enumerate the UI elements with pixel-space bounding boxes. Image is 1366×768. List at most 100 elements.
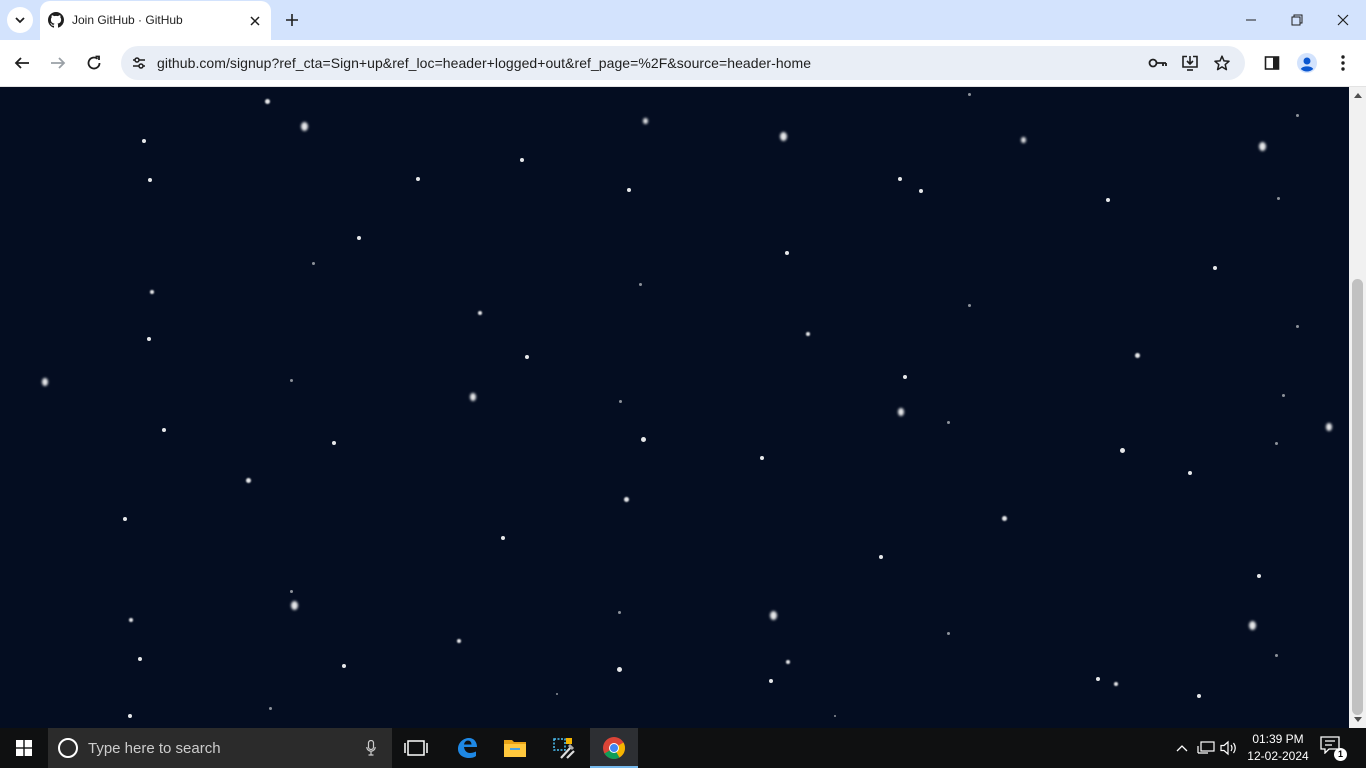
show-hidden-icons-button[interactable] — [1173, 738, 1191, 758]
close-icon — [250, 16, 260, 26]
page-content — [0, 87, 1349, 728]
close-icon — [1337, 14, 1349, 26]
close-window-button[interactable] — [1320, 0, 1366, 40]
address-bar[interactable]: github.com/signup?ref_cta=Sign+up&ref_lo… — [121, 46, 1245, 80]
star-dot — [946, 420, 950, 424]
taskbar-search-box[interactable]: Type here to search — [48, 728, 392, 768]
reload-icon — [87, 55, 101, 70]
volume-tray-button[interactable] — [1220, 738, 1238, 758]
microphone-icon[interactable] — [362, 738, 380, 758]
star-dot — [623, 496, 629, 502]
star-dot — [1213, 266, 1217, 270]
star-dot — [342, 664, 346, 668]
volume-icon — [1220, 740, 1236, 756]
scroll-thumb[interactable] — [1352, 279, 1363, 715]
chevron-up-icon — [1176, 745, 1188, 752]
side-panel-icon — [1264, 56, 1280, 70]
windows-taskbar: Type here to search 01:39 PM 12-02-2024 … — [0, 728, 1366, 768]
tab-search-button[interactable] — [7, 7, 33, 33]
star-dot — [289, 589, 293, 593]
star-dot — [898, 177, 902, 181]
start-button[interactable] — [0, 728, 48, 768]
reload-button[interactable] — [79, 48, 109, 78]
star-dot — [903, 375, 907, 379]
star-dot — [786, 660, 790, 664]
network-icon — [1197, 741, 1215, 754]
scroll-down-button[interactable] — [1349, 712, 1366, 728]
restore-icon — [1291, 14, 1303, 26]
task-view-icon — [404, 740, 428, 756]
file-explorer-taskbar-button[interactable] — [491, 728, 539, 768]
star-dot — [1295, 324, 1299, 328]
star-dot — [1096, 677, 1100, 681]
active-tab[interactable]: Join GitHub · GitHub — [40, 1, 271, 40]
tools-app-taskbar-button[interactable] — [540, 728, 588, 768]
star-dot — [1258, 141, 1266, 151]
back-button[interactable] — [7, 48, 37, 78]
star-dot — [642, 117, 648, 124]
star-dot — [779, 131, 787, 141]
star-dot — [640, 436, 646, 442]
star-dot — [769, 610, 777, 620]
chrome-icon — [603, 737, 625, 759]
restore-button[interactable] — [1274, 0, 1320, 40]
star-dot — [1295, 113, 1299, 117]
star-dot — [245, 477, 251, 483]
network-tray-button[interactable] — [1197, 738, 1215, 758]
star-dot — [1274, 653, 1278, 657]
key-icon — [1148, 58, 1167, 68]
plus-icon — [286, 14, 298, 26]
side-panel-button[interactable] — [1257, 48, 1287, 78]
star-dot — [1114, 682, 1118, 686]
vertical-scrollbar[interactable] — [1349, 87, 1366, 728]
chrome-taskbar-button[interactable] — [590, 728, 638, 768]
forward-button[interactable] — [43, 48, 73, 78]
url-text[interactable]: github.com/signup?ref_cta=Sign+up&ref_lo… — [157, 55, 811, 71]
system-clock[interactable]: 01:39 PM 12-02-2024 — [1244, 731, 1312, 765]
star-dot — [470, 393, 476, 401]
star-dot — [150, 290, 154, 294]
password-key-button[interactable] — [1146, 51, 1170, 75]
action-center-button[interactable]: 1 — [1320, 736, 1348, 761]
star-dot — [967, 303, 971, 307]
profile-button[interactable] — [1292, 48, 1322, 78]
star-dot — [1119, 447, 1125, 453]
star-dot — [268, 706, 272, 710]
tab-close-button[interactable] — [246, 12, 264, 30]
site-info-button[interactable] — [127, 51, 151, 75]
minimize-icon — [1246, 19, 1256, 21]
star-dot — [919, 189, 923, 193]
minimize-button[interactable] — [1228, 0, 1274, 40]
github-icon — [48, 12, 64, 28]
star-dot — [290, 600, 298, 610]
star-dot — [1257, 574, 1261, 578]
star-dot — [1274, 441, 1278, 445]
avatar-icon — [1297, 53, 1317, 73]
star-dot — [478, 311, 482, 315]
search-placeholder: Type here to search — [88, 740, 221, 757]
star-dot — [618, 399, 622, 403]
new-tab-button[interactable] — [281, 9, 303, 31]
star-dot — [525, 355, 529, 359]
scroll-up-button[interactable] — [1349, 87, 1366, 103]
chrome-menu-button[interactable] — [1328, 48, 1358, 78]
tune-icon — [133, 57, 145, 69]
arrow-right-icon — [51, 57, 66, 69]
star-dot — [311, 261, 315, 265]
star-dot — [616, 666, 622, 672]
clock-time: 01:39 PM — [1252, 732, 1304, 746]
star-dot — [264, 98, 270, 104]
bookmark-button[interactable] — [1210, 51, 1234, 75]
star-dot — [457, 639, 461, 643]
edge-taskbar-button[interactable] — [443, 728, 491, 768]
edge-icon — [458, 738, 477, 758]
star-dot — [1248, 620, 1256, 630]
star-dot — [332, 441, 336, 445]
clock-date: 12-02-2024 — [1247, 749, 1309, 763]
star-dot — [138, 657, 142, 661]
star-dot — [148, 178, 152, 182]
task-view-button[interactable] — [392, 728, 440, 768]
star-dot — [128, 714, 132, 718]
install-app-button[interactable] — [1178, 51, 1202, 75]
star-dot — [1188, 471, 1192, 475]
